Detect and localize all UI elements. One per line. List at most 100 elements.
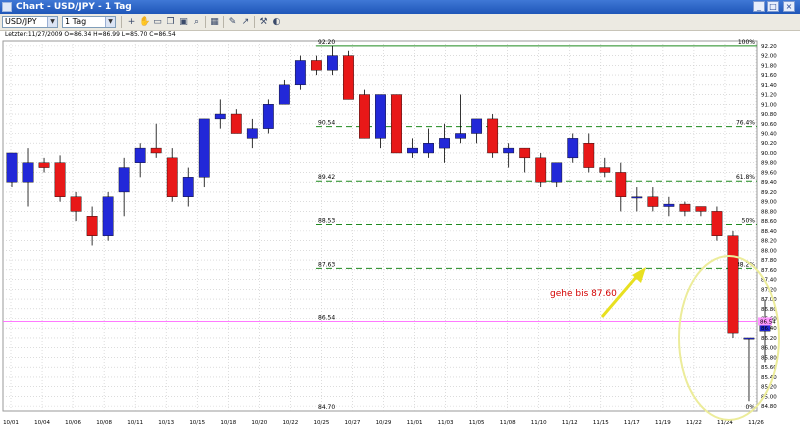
candle-body (310, 60, 322, 71)
grid-icon[interactable]: ▦ (209, 16, 220, 28)
toolbar-separator (121, 16, 122, 28)
candle (118, 157, 130, 217)
candlestick-chart[interactable]: 92.20 100% 90.54 76.4% 89.42 61.8% 88.53 50% 87.… (0, 39, 800, 431)
last-bar-info: Letzter:11/27/2009 O=86.34 H=86.99 L=85.… (0, 31, 800, 39)
candle (631, 187, 643, 212)
timeframe-select[interactable]: 1 Tag ▼ (62, 16, 116, 28)
candle (487, 114, 499, 158)
candle (391, 94, 402, 154)
candle-body (150, 147, 162, 154)
price-chart[interactable]: 92.20 100% 90.54 76.4% 89.42 61.8% 88.53 50% 87.… (0, 39, 800, 431)
y-tick-label: 88.40 (761, 229, 777, 235)
candle-body (22, 162, 34, 183)
x-tick-label: 11/19 (655, 420, 671, 426)
fib-level-right-label: 50% (742, 218, 756, 225)
candle-body (567, 138, 579, 159)
candle (182, 167, 194, 207)
fib-level-left-label: 88.53 (318, 218, 335, 225)
line-tool-icon[interactable]: ↗ (240, 16, 251, 28)
y-tick-label: 87.80 (761, 258, 777, 264)
symbol-select[interactable]: USD/JPY ▼ (2, 16, 58, 28)
y-tick-label: 86.20 (761, 336, 777, 342)
x-tick-label: 11/15 (593, 420, 609, 426)
candle (246, 118, 258, 149)
chevron-down-icon[interactable]: ▼ (105, 17, 115, 27)
y-tick-label: 90.00 (761, 151, 777, 157)
candle-body (679, 203, 691, 212)
candle-body (487, 118, 499, 154)
annotation-text: gehe bis 87.60 (550, 289, 617, 299)
y-tick-label: 91.00 (761, 102, 777, 108)
candle-body (375, 94, 386, 139)
indicator-icon[interactable]: ⚒ (258, 16, 269, 28)
symbol-value: USD/JPY (5, 17, 37, 26)
x-tick-label: 10/18 (220, 420, 236, 426)
candle (262, 99, 274, 134)
drawing-tools-icon[interactable]: ✎ (227, 16, 238, 28)
candle (54, 155, 66, 202)
y-tick-label: 89.60 (761, 170, 777, 176)
save-icon[interactable]: ▣ (178, 16, 189, 28)
candle-body (327, 55, 338, 71)
y-tick-label: 92.20 (761, 44, 777, 50)
x-tick-label: 11/05 (469, 420, 485, 426)
candle-body (118, 167, 130, 193)
x-tick-label: 11/03 (438, 420, 454, 426)
candle-body (102, 196, 114, 236)
toolbar-separator (254, 16, 255, 28)
x-tick-label: 10/13 (158, 420, 174, 426)
candle-body (663, 203, 675, 207)
candle-body (182, 177, 194, 197)
x-tick-label: 10/06 (65, 420, 81, 426)
copy-icon[interactable]: ❐ (165, 16, 176, 28)
candle-body (70, 196, 82, 212)
close-button[interactable]: × (783, 1, 795, 12)
properties-icon[interactable]: ◐ (271, 16, 282, 28)
candle-body (391, 94, 402, 154)
candle (407, 138, 418, 158)
y-tick-label: 86.40 (761, 326, 777, 332)
chart-window-icon (2, 2, 12, 12)
x-tick-label: 10/15 (189, 420, 205, 426)
minimize-button[interactable]: _ (753, 1, 765, 12)
y-tick-label: 89.20 (761, 190, 777, 196)
chevron-down-icon[interactable]: ▼ (47, 17, 57, 27)
crosshair-icon[interactable]: + (126, 16, 137, 28)
x-tick-label: 10/22 (282, 420, 298, 426)
fib-level-right-label: 100% (738, 39, 755, 46)
candle (551, 162, 563, 188)
y-tick-label: 89.00 (761, 200, 777, 206)
y-tick-label: 92.00 (761, 54, 777, 60)
candle-body (615, 172, 627, 197)
y-tick-label: 90.80 (761, 112, 777, 118)
candle-body (439, 138, 450, 149)
chart-toolbar: USD/JPY ▼ 1 Tag ▼ + ✋ ▭ ❐ ▣ ⌕ ▦ ✎ ↗ ⚒ ◐ (0, 14, 800, 31)
candle (727, 230, 739, 338)
maximize-button[interactable]: □ (767, 1, 779, 12)
candle (214, 99, 226, 129)
candle (38, 157, 50, 173)
candle-body (695, 206, 707, 212)
x-tick-label: 11/22 (686, 420, 702, 426)
y-tick-label: 90.20 (761, 141, 777, 147)
candle (343, 50, 354, 100)
x-tick-label: 11/08 (500, 420, 516, 426)
candle-body (455, 133, 467, 139)
hand-icon[interactable]: ✋ (139, 16, 150, 28)
x-tick-label: 11/26 (748, 420, 764, 426)
y-tick-label: 87.60 (761, 268, 777, 274)
print-icon[interactable]: ▭ (152, 16, 163, 28)
candle-body (166, 157, 178, 197)
zoom-icon[interactable]: ⌕ (191, 16, 202, 28)
y-tick-label: 91.60 (761, 73, 777, 79)
candle (278, 79, 290, 105)
y-tick-label: 88.60 (761, 219, 777, 225)
window-title: Chart - USD/JPY - 1 Tag (16, 2, 132, 12)
x-tick-label: 10/01 (3, 420, 19, 426)
x-tick-label: 10/04 (34, 420, 50, 426)
candle-body (647, 196, 659, 207)
candle (615, 162, 627, 212)
candle (471, 118, 483, 144)
candle (86, 206, 98, 246)
y-tick-label: 84.80 (761, 404, 777, 410)
